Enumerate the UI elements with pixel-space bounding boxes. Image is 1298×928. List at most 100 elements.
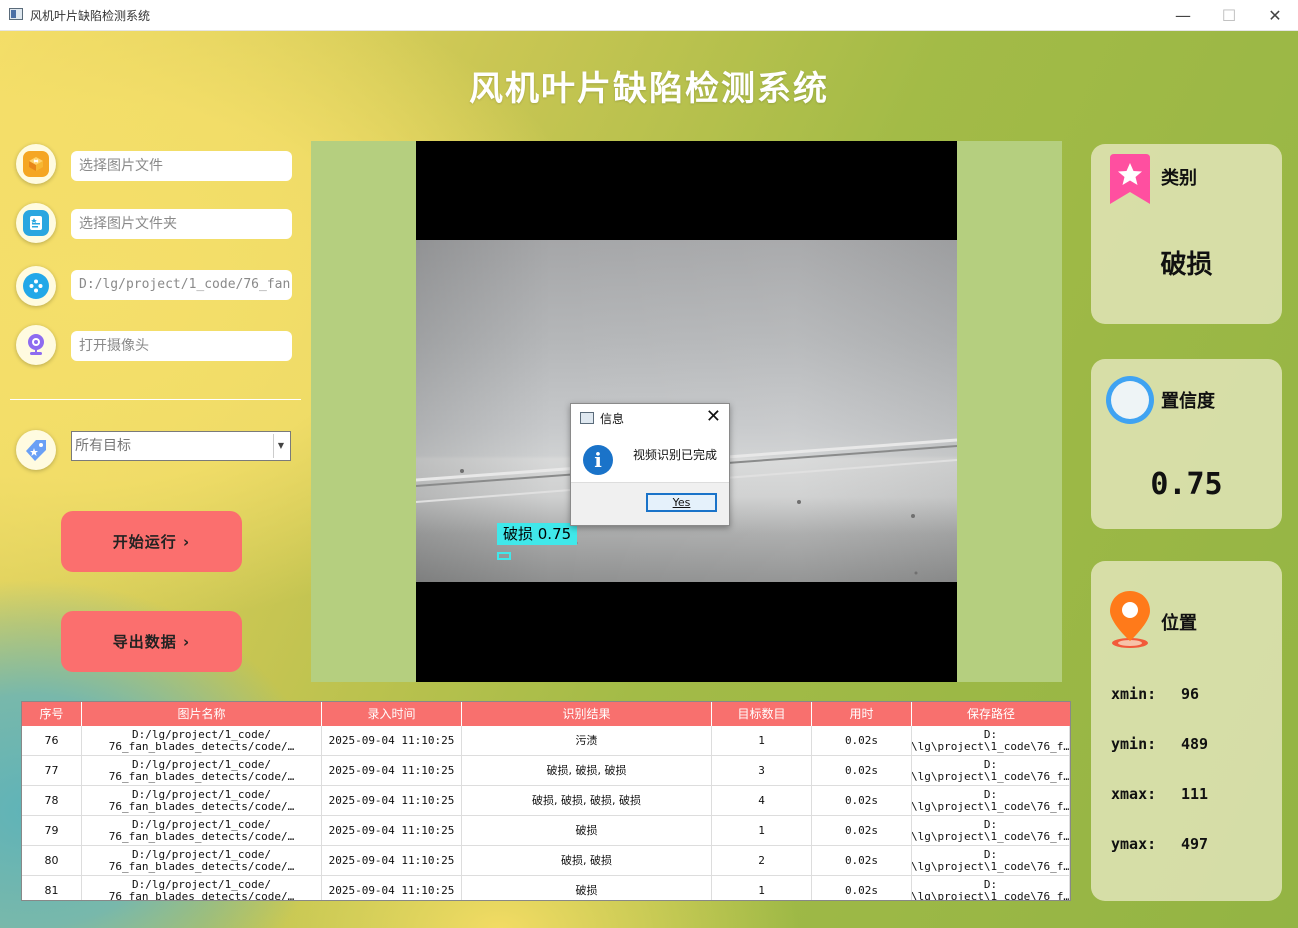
xmax-label: xmax:: [1111, 785, 1157, 803]
dialog-app-icon: [580, 412, 594, 424]
xmin-value: 96: [1181, 685, 1200, 703]
export-button[interactable]: 导出数据 ›: [61, 611, 242, 672]
dialog-title: 信息: [600, 412, 625, 426]
info-icon: i: [583, 445, 613, 475]
xmin-label: xmin:: [1111, 685, 1157, 703]
image-folder-field[interactable]: 选择图片文件夹: [71, 209, 292, 239]
cell-count: 3: [712, 756, 812, 786]
table-row[interactable]: 77 D:/lg/project/1_code/ 76_fan_blades_de…: [22, 756, 1070, 786]
bookmark-star-icon: [1110, 154, 1150, 204]
table-row[interactable]: 76 D:/lg/project/1_code/ 76_fan_blades_de…: [22, 726, 1070, 756]
cell-id: 78: [22, 786, 82, 816]
target-tag-button: [16, 430, 56, 470]
cell-result: 破损, 破损, 破损: [462, 756, 712, 786]
cell-name: D:/lg/project/1_code/ 76_fan_blades_dete…: [82, 846, 322, 876]
cell-result: 破损, 破损: [462, 846, 712, 876]
cell-elapsed: 0.02s: [812, 756, 912, 786]
app-icon: [9, 8, 23, 20]
cell-path: D: \lg\project\1_code\76_f…: [912, 756, 1070, 786]
table-row[interactable]: 79 D:/lg/project/1_code/ 76_fan_blades_de…: [22, 816, 1070, 846]
cell-path: D: \lg\project\1_code\76_f…: [912, 876, 1070, 900]
header-time[interactable]: 录入时间: [322, 702, 462, 726]
cell-path: D: \lg\project\1_code\76_f…: [912, 816, 1070, 846]
confidence-title: 置信度: [1161, 391, 1215, 412]
video-path-field[interactable]: D:/lg/project/1_code/76_fan: [71, 270, 292, 300]
cell-elapsed: 0.02s: [812, 846, 912, 876]
ymin-row: ymin: 489: [1111, 735, 1208, 753]
image-file-button[interactable]: [16, 144, 56, 184]
cell-name: D:/lg/project/1_code/ 76_fan_blades_dete…: [82, 816, 322, 846]
target-select-value: 所有目标: [75, 438, 131, 454]
cell-result: 污渍: [462, 726, 712, 756]
position-panel: 位置 xmin: 96 ymin: 489 xmax: 111 ymax: 497: [1091, 561, 1282, 901]
location-pin-icon: [1110, 591, 1150, 648]
cell-id: 81: [22, 876, 82, 900]
table-header: 序号 图片名称 录入时间 识别结果 目标数目 用时 保存路径: [22, 702, 1070, 726]
table-row[interactable]: 80 D:/lg/project/1_code/ 76_fan_blades_de…: [22, 846, 1070, 876]
close-button[interactable]: ✕: [1252, 0, 1298, 30]
cell-count: 2: [712, 846, 812, 876]
maximize-button[interactable]: ☐: [1206, 0, 1252, 30]
cell-count: 1: [712, 876, 812, 900]
table-row[interactable]: 81 D:/lg/project/1_code/ 76_fan_blades_de…: [22, 876, 1070, 900]
camera-icon: [23, 332, 49, 358]
video-button[interactable]: [16, 266, 56, 306]
camera-button[interactable]: [16, 325, 56, 365]
cell-path: D: \lg\project\1_code\76_f…: [912, 786, 1070, 816]
cell-elapsed: 0.02s: [812, 726, 912, 756]
camera-field[interactable]: 打开摄像头: [71, 331, 292, 361]
position-title: 位置: [1161, 613, 1197, 634]
cell-id: 79: [22, 816, 82, 846]
category-value: 破损: [1160, 250, 1213, 280]
cell-time: 2025-09-04 11:10:25: [322, 876, 462, 900]
header-path[interactable]: 保存路径: [912, 702, 1070, 726]
cell-result: 破损: [462, 816, 712, 846]
main-canvas: 风机叶片缺陷检测系统 选择图片文件 选择图片文件夹 D:/lg/project/…: [0, 31, 1298, 928]
cell-elapsed: 0.02s: [812, 816, 912, 846]
header-id[interactable]: 序号: [22, 702, 82, 726]
ring-icon: [1106, 376, 1154, 424]
cell-id: 77: [22, 756, 82, 786]
video-icon: [23, 273, 49, 299]
cell-count: 1: [712, 726, 812, 756]
detection-label: 破损 0.75: [497, 523, 578, 545]
header-name[interactable]: 图片名称: [82, 702, 322, 726]
window-titlebar: 风机叶片缺陷检测系统 — ☐ ✕: [0, 0, 1298, 31]
cell-name: D:/lg/project/1_code/ 76_fan_blades_dete…: [82, 756, 322, 786]
xmax-value: 111: [1181, 785, 1209, 803]
cell-time: 2025-09-04 11:10:25: [322, 816, 462, 846]
chevron-down-icon[interactable]: ▼: [273, 434, 288, 458]
category-panel: 类别 破损: [1091, 144, 1282, 324]
confidence-value: 0.75: [1150, 467, 1223, 502]
dialog-header: 信息 ✕: [571, 404, 729, 432]
image-folder-icon: [23, 210, 49, 236]
cell-result: 破损: [462, 876, 712, 900]
table-row[interactable]: 78 D:/lg/project/1_code/ 76_fan_blades_de…: [22, 786, 1070, 816]
cell-count: 4: [712, 786, 812, 816]
dialog-close-icon[interactable]: ✕: [706, 406, 721, 427]
category-title: 类别: [1161, 168, 1197, 189]
cell-elapsed: 0.02s: [812, 876, 912, 900]
cell-name: D:/lg/project/1_code/ 76_fan_blades_dete…: [82, 876, 322, 900]
header-elapsed[interactable]: 用时: [812, 702, 912, 726]
header-count[interactable]: 目标数目: [712, 702, 812, 726]
ymax-label: ymax:: [1111, 835, 1157, 853]
target-select[interactable]: 所有目标 ▼: [71, 431, 291, 461]
header-result[interactable]: 识别结果: [462, 702, 712, 726]
run-button[interactable]: 开始运行 ›: [61, 511, 242, 572]
image-file-field[interactable]: 选择图片文件: [71, 151, 292, 181]
cell-elapsed: 0.02s: [812, 786, 912, 816]
yes-button[interactable]: Yes: [646, 493, 717, 512]
minimize-button[interactable]: —: [1160, 0, 1206, 30]
cell-path: D: \lg\project\1_code\76_f…: [912, 726, 1070, 756]
detection-box: [497, 552, 511, 560]
image-folder-button[interactable]: [16, 203, 56, 243]
target-tag-icon: [23, 437, 49, 463]
cell-path: D: \lg\project\1_code\76_f…: [912, 846, 1070, 876]
cell-name: D:/lg/project/1_code/ 76_fan_blades_dete…: [82, 786, 322, 816]
image-file-icon: [23, 151, 49, 177]
info-dialog: 信息 ✕ i 视频识别已完成 Yes: [570, 403, 730, 526]
window-title: 风机叶片缺陷检测系统: [30, 9, 151, 23]
cell-id: 76: [22, 726, 82, 756]
cell-result: 破损, 破损, 破损, 破损: [462, 786, 712, 816]
